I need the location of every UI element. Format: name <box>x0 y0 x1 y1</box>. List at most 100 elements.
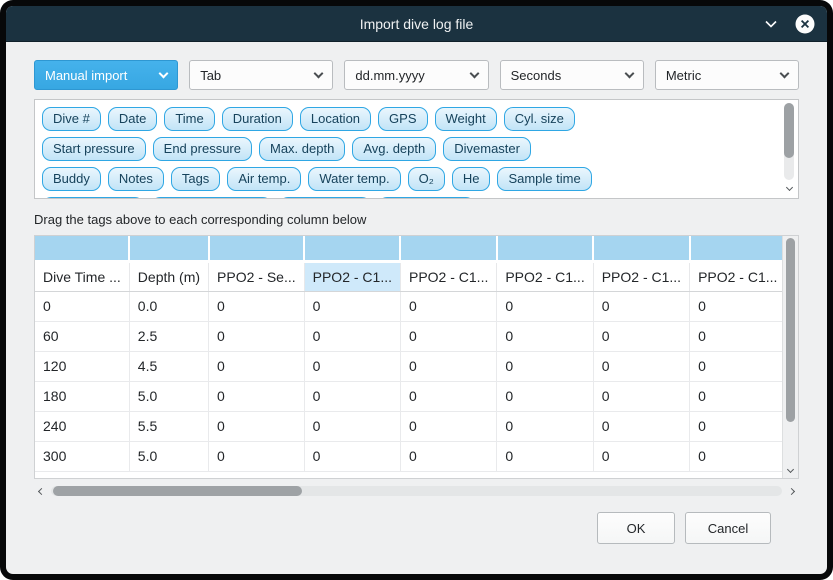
scrollbar-thumb[interactable] <box>786 238 795 422</box>
chevron-down-icon <box>159 69 169 79</box>
drag-tag[interactable]: O₂ <box>408 167 445 191</box>
scrollbar-track[interactable] <box>784 103 794 180</box>
column-header[interactable]: PPO2 - C1... <box>497 261 593 291</box>
scrollbar-thumb[interactable] <box>53 486 302 496</box>
scroll-right-arrow[interactable] <box>789 489 796 494</box>
column-header[interactable]: PPO2 - C1... <box>400 261 496 291</box>
drag-tag[interactable]: Buddy <box>42 167 101 191</box>
column-header[interactable]: Dive Time ... <box>35 261 129 291</box>
table-cell: 5.0 <box>129 441 208 471</box>
column-header[interactable]: PPO2 - Se... <box>209 261 305 291</box>
drag-tag[interactable]: Start pressure <box>42 137 146 161</box>
import-type-combo[interactable]: Manual import <box>34 60 178 90</box>
drag-tag[interactable]: Dive # <box>42 107 101 131</box>
drag-tag[interactable]: Max. depth <box>259 137 345 161</box>
table-row: 3005.0000000 <box>35 441 782 471</box>
drop-target-cell[interactable] <box>690 236 782 261</box>
preview-table-head: Dive Time ...Depth (m)PPO2 - Se...PPO2 -… <box>35 236 782 291</box>
drop-target-cell[interactable] <box>593 236 689 261</box>
table-cell: 0 <box>690 351 782 381</box>
titlebar[interactable]: Import dive log file <box>6 6 827 42</box>
table-cell: 0 <box>497 381 593 411</box>
table-cell: 0 <box>690 381 782 411</box>
drag-tag[interactable]: He <box>452 167 491 191</box>
table-cell: 0 <box>690 441 782 471</box>
window-title: Import dive log file <box>6 16 827 32</box>
drag-tag[interactable]: Tags <box>171 167 220 191</box>
drag-tag[interactable]: Date <box>108 107 157 131</box>
drop-target-cell[interactable] <box>497 236 593 261</box>
column-header[interactable]: Depth (m) <box>129 261 208 291</box>
drag-tag[interactable]: End pressure <box>153 137 252 161</box>
table-cell: 0 <box>209 411 305 441</box>
table-cell: 0 <box>400 321 496 351</box>
column-header[interactable]: PPO2 - C1... <box>690 261 782 291</box>
drag-tag[interactable]: Notes <box>108 167 164 191</box>
table-cell: 2.5 <box>129 321 208 351</box>
titlebar-controls <box>763 6 815 41</box>
date-format-combo[interactable]: dd.mm.yyyy <box>344 60 488 90</box>
drag-tag[interactable]: Avg. depth <box>352 137 436 161</box>
ok-button[interactable]: OK <box>597 512 675 544</box>
table-cell: 0 <box>304 321 400 351</box>
scrollbar-track[interactable] <box>51 486 782 496</box>
window-frame: Import dive log file <box>0 0 833 580</box>
table-row: 1805.0000000 <box>35 381 782 411</box>
drop-target-cell[interactable] <box>400 236 496 261</box>
chevron-down-icon <box>785 184 792 191</box>
drag-tag[interactable]: Sample time <box>497 167 591 191</box>
table-cell: 0 <box>209 291 305 321</box>
tag-area-scrollbar[interactable] <box>782 102 796 196</box>
window-shade-button[interactable] <box>763 17 779 31</box>
table-cell: 0 <box>209 441 305 471</box>
tag-row: Buddy Notes Tags Air temp. Water temp. O₂ HeSa… <box>42 167 774 191</box>
column-header[interactable]: PPO2 - C1... <box>304 261 400 291</box>
drag-tag[interactable]: Duration <box>222 107 293 131</box>
drag-tag[interactable]: Weight <box>435 107 497 131</box>
table-cell: 0 <box>497 321 593 351</box>
drag-tag[interactable]: Time <box>164 107 214 131</box>
table-cell: 0 <box>304 351 400 381</box>
drop-target-cell[interactable] <box>209 236 305 261</box>
table-cell: 60 <box>35 321 129 351</box>
drag-tag[interactable]: Water temp. <box>308 167 400 191</box>
preview-table-area: Dive Time ...Depth (m)PPO2 - Se...PPO2 -… <box>34 235 799 479</box>
drag-tag[interactable]: Location <box>300 107 371 131</box>
drag-tag[interactable]: Sample pressure <box>151 197 271 199</box>
table-cell: 0 <box>593 321 689 351</box>
preview-table-body: 00.0000000602.50000001204.50000001805.00… <box>35 291 782 471</box>
field-separator-combo[interactable]: Tab <box>189 60 333 90</box>
drag-tag[interactable]: Sample depth <box>42 197 144 199</box>
drag-tag[interactable]: Cyl. size <box>504 107 575 131</box>
table-cell: 120 <box>35 351 129 381</box>
drag-tag[interactable]: Sample pO₂ <box>279 197 371 199</box>
drop-target-cell[interactable] <box>304 236 400 261</box>
drag-tag[interactable]: GPS <box>378 107 427 131</box>
cancel-button[interactable]: Cancel <box>685 512 771 544</box>
drag-tag[interactable]: Air temp. <box>227 167 301 191</box>
table-cell: 0 <box>35 291 129 321</box>
chevron-down-icon <box>314 69 324 79</box>
drop-target-cell[interactable] <box>129 236 208 261</box>
window-close-button[interactable] <box>795 14 815 34</box>
tag-row: Dive # Date Time Duration Location GPS Weight C… <box>42 107 774 131</box>
table-cell: 5.5 <box>129 411 208 441</box>
scrollbar-thumb[interactable] <box>784 103 794 158</box>
time-units-value: Seconds <box>511 68 626 83</box>
drop-target-cell[interactable] <box>35 236 129 261</box>
table-horizontal-scrollbar[interactable] <box>34 484 799 498</box>
time-units-combo[interactable]: Seconds <box>500 60 644 90</box>
drag-tag[interactable]: Divemaster <box>443 137 531 161</box>
tag-row: Start pressure End pressure Max. depth Avg.… <box>42 137 774 161</box>
scroll-left-arrow[interactable] <box>37 489 44 494</box>
units-system-combo[interactable]: Metric <box>655 60 799 90</box>
table-cell: 0 <box>690 411 782 441</box>
scroll-down-arrow[interactable] <box>782 183 796 195</box>
scroll-down-arrow[interactable] <box>783 465 798 477</box>
table-vertical-scrollbar[interactable] <box>782 236 798 478</box>
units-system-value: Metric <box>666 68 781 83</box>
column-header[interactable]: PPO2 - C1... <box>593 261 689 291</box>
table-cell: 0 <box>400 441 496 471</box>
drag-tag[interactable]: Sample CNS <box>378 197 475 199</box>
dialog-footer: OK Cancel <box>34 498 799 544</box>
